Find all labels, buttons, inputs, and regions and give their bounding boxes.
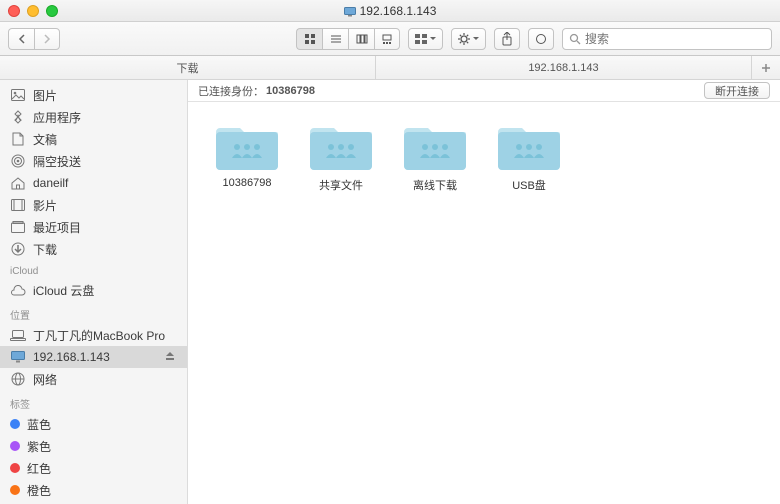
folder-item[interactable]: 10386798 — [210, 120, 284, 193]
sidebar-item-label: 丁凡丁凡的MacBook Pro — [33, 327, 165, 344]
download-icon — [10, 241, 26, 257]
connection-bar: 已连接身份： 10386798 断开连接 — [188, 80, 780, 102]
icon-grid: 10386798 共享文件 离线下载 USB盘 — [188, 102, 780, 211]
sidebar: 图片 ⋏ 应用程序 文稿 隔空投送 daneilf 影片 最近项目 下载 iCl… — [0, 80, 188, 504]
sidebar-item-label: 网络 — [33, 371, 57, 388]
movie-icon — [10, 197, 26, 213]
app-icon: ⋏ — [10, 109, 26, 125]
forward-button[interactable] — [34, 28, 60, 50]
house-icon — [10, 175, 26, 191]
tags-button[interactable] — [528, 28, 554, 50]
sidebar-item-label: 蓝色 — [27, 416, 51, 433]
view-list-button[interactable] — [322, 28, 348, 50]
sidebar-item[interactable]: iCloud 云盘 — [0, 279, 187, 301]
sidebar-item[interactable]: 隔空投送 — [0, 150, 187, 172]
pathbar: 下载 192.168.1.143 — [0, 56, 780, 80]
tag-swatch — [10, 463, 20, 473]
sidebar-item[interactable]: 最近项目 — [0, 216, 187, 238]
cloud-icon — [10, 282, 26, 298]
airdrop-icon — [10, 153, 26, 169]
sidebar-item-label: daneilf — [33, 176, 68, 190]
sidebar-item[interactable]: 丁凡丁凡的MacBook Pro — [0, 324, 187, 346]
path-tab-right[interactable]: 192.168.1.143 — [376, 56, 752, 79]
svg-text:⋏: ⋏ — [14, 112, 22, 124]
folder-item[interactable]: USB盘 — [492, 120, 566, 193]
tag-swatch — [10, 441, 20, 451]
view-gallery-button[interactable] — [374, 28, 400, 50]
sidebar-item-label: 下载 — [33, 241, 57, 258]
window-controls — [8, 5, 58, 17]
shared-folder-icon — [310, 120, 372, 173]
sidebar-item[interactable]: 下载 — [0, 238, 187, 260]
sidebar-item[interactable]: 影片 — [0, 194, 187, 216]
sidebar-item-label: 紫色 — [27, 438, 51, 455]
search-field[interactable] — [562, 28, 772, 50]
view-icon-button[interactable] — [296, 28, 322, 50]
toolbar — [0, 22, 780, 56]
titlebar: 192.168.1.143 — [0, 0, 780, 22]
recent-icon — [10, 219, 26, 235]
folder-item[interactable]: 离线下载 — [398, 120, 472, 193]
folder-item[interactable]: 共享文件 — [304, 120, 378, 193]
content-area: 已连接身份： 10386798 断开连接 10386798 共享文件 离线下载 — [188, 80, 780, 504]
sidebar-item-label: 隔空投送 — [33, 153, 81, 170]
sidebar-item-label: iCloud 云盘 — [33, 282, 94, 299]
sidebar-item-label: 文稿 — [33, 131, 57, 148]
sidebar-item[interactable]: 图片 — [0, 84, 187, 106]
sidebar-tag-item[interactable]: 紫色 — [0, 435, 187, 457]
tag-swatch — [10, 485, 20, 495]
globe-icon — [10, 371, 26, 387]
sidebar-tag-item[interactable]: 橙色 — [0, 479, 187, 501]
window-title: 192.168.1.143 — [360, 4, 437, 18]
sidebar-item-label: 红色 — [27, 460, 51, 477]
shared-folder-icon — [404, 120, 466, 173]
sidebar-item[interactable]: 192.168.1.143 — [0, 346, 187, 368]
monitor-icon — [344, 6, 356, 16]
sidebar-heading-tags: 标签 — [0, 390, 187, 413]
view-column-button[interactable] — [348, 28, 374, 50]
connection-user: 10386798 — [266, 85, 315, 97]
share-button[interactable] — [494, 28, 520, 50]
sidebar-item-label: 影片 — [33, 197, 57, 214]
connection-prefix: 已连接身份： — [198, 83, 264, 99]
sidebar-item-label: 最近项目 — [33, 219, 81, 236]
search-icon — [569, 33, 581, 45]
sidebar-item[interactable]: daneilf — [0, 172, 187, 194]
disconnect-button[interactable]: 断开连接 — [704, 82, 770, 99]
folder-label: 离线下载 — [413, 177, 457, 193]
sidebar-tag-item[interactable]: 蓝色 — [0, 413, 187, 435]
close-window-button[interactable] — [8, 5, 20, 17]
sidebar-item-label: 192.168.1.143 — [33, 350, 110, 364]
arrange-button[interactable] — [408, 28, 443, 50]
picture-icon — [10, 87, 26, 103]
minimize-window-button[interactable] — [27, 5, 39, 17]
eject-icon[interactable] — [165, 350, 177, 364]
doc-icon — [10, 131, 26, 147]
folder-label: 10386798 — [223, 177, 272, 189]
path-tab-left[interactable]: 下载 — [0, 56, 376, 79]
sidebar-item-label: 橙色 — [27, 482, 51, 499]
sidebar-heading-icloud: iCloud — [0, 260, 187, 279]
sidebar-tag-item[interactable]: 红色 — [0, 457, 187, 479]
sidebar-item[interactable]: ⋏ 应用程序 — [0, 106, 187, 128]
sidebar-heading-locations: 位置 — [0, 301, 187, 324]
sidebar-item-label: 图片 — [33, 87, 57, 104]
tag-swatch — [10, 419, 20, 429]
laptop-icon — [10, 327, 26, 343]
folder-label: USB盘 — [512, 177, 546, 193]
sidebar-item[interactable]: 网络 — [0, 368, 187, 390]
monitor-icon — [10, 349, 26, 365]
add-tab-button[interactable] — [752, 56, 780, 79]
shared-folder-icon — [216, 120, 278, 173]
action-button[interactable] — [451, 28, 486, 50]
view-mode-group — [296, 28, 400, 50]
zoom-window-button[interactable] — [46, 5, 58, 17]
back-button[interactable] — [8, 28, 34, 50]
sidebar-item-label: 应用程序 — [33, 109, 81, 126]
search-input[interactable] — [585, 32, 765, 46]
folder-label: 共享文件 — [319, 177, 363, 193]
sidebar-item[interactable]: 文稿 — [0, 128, 187, 150]
shared-folder-icon — [498, 120, 560, 173]
